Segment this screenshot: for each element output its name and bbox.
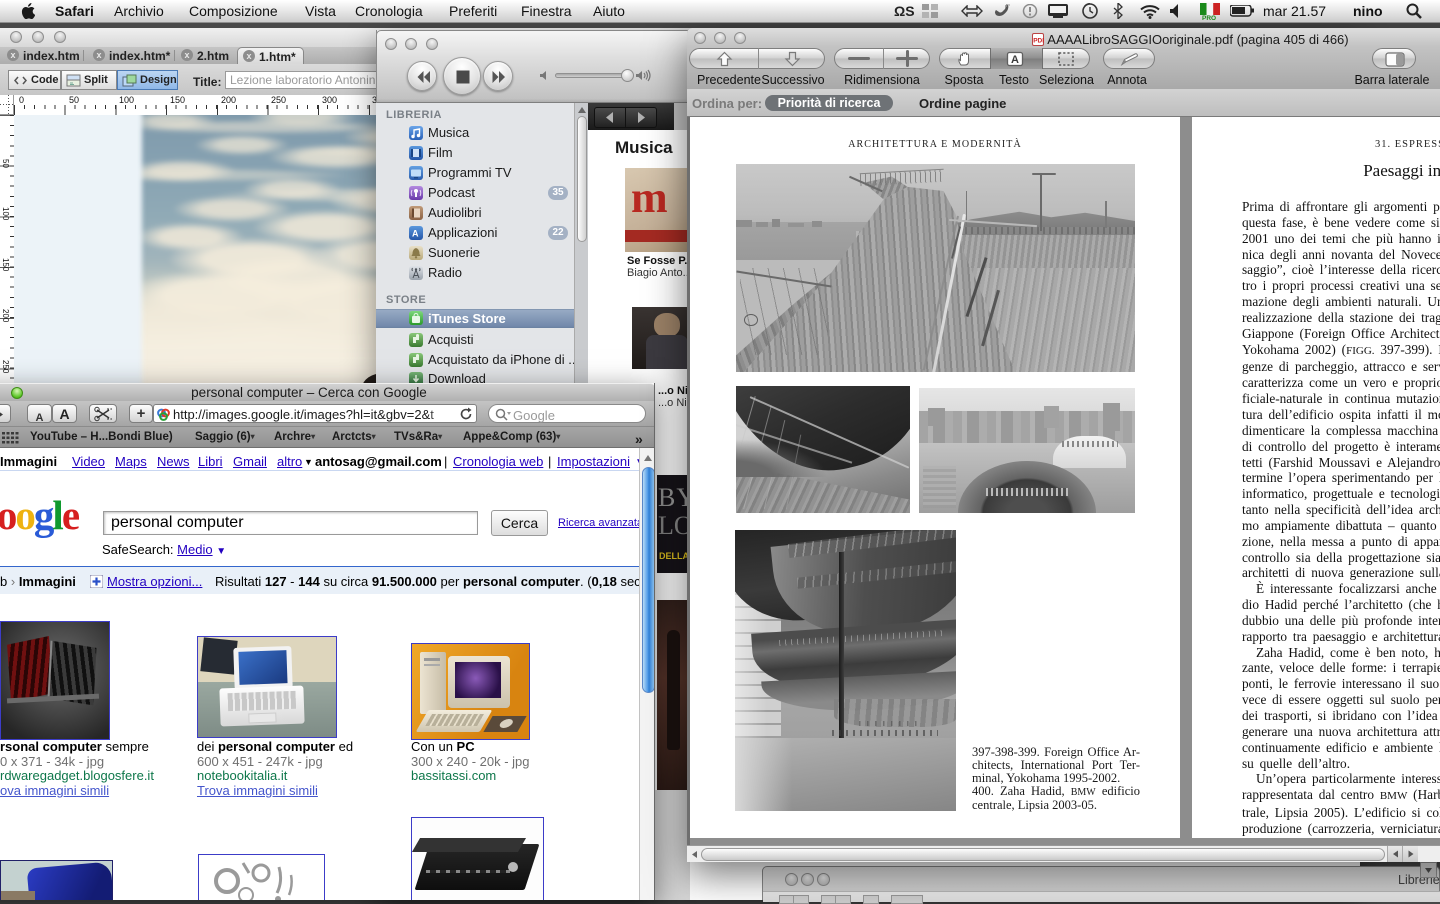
svg-text:PRO: PRO: [1202, 15, 1216, 20]
svg-text:PDF: PDF: [1034, 38, 1045, 45]
svg-text:A: A: [412, 229, 419, 239]
svg-text:A: A: [1011, 54, 1019, 66]
